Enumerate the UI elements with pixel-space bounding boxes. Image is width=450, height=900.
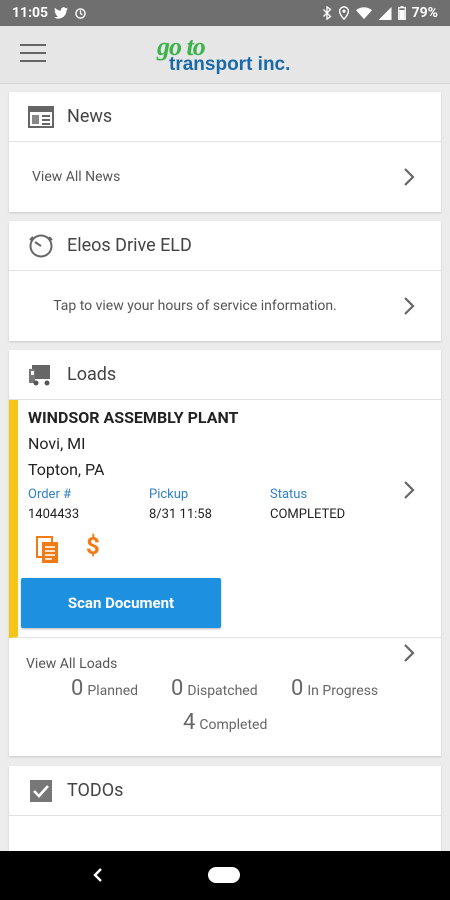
pickup-label: Pickup [149, 487, 189, 502]
dispatched-stat: 0 Dispatched [171, 676, 258, 701]
dispatched-count: 0 [171, 676, 184, 701]
order-value: 1404433 [28, 507, 80, 522]
in-progress-label: In Progress [307, 683, 379, 699]
wifi-icon [355, 6, 372, 19]
load-origin: Novi, MI [28, 434, 86, 453]
checkbox-icon [27, 777, 55, 805]
truck-icon [27, 361, 55, 389]
chevron-right-icon [404, 168, 415, 186]
in-progress-count: 0 [291, 676, 304, 701]
in-progress-stat: 0 In Progress [291, 676, 378, 701]
loads-footer: View All Loads 0 Planned 0 Dispatched 0 … [9, 638, 441, 756]
status-time: 11:05 [12, 5, 49, 21]
load-item[interactable]: WINDSOR ASSEMBLY PLANT Novi, MI Topton, … [9, 400, 441, 638]
hours-of-service-link[interactable]: Tap to view your hours of service inform… [9, 271, 441, 341]
order-label: Order # [28, 487, 72, 502]
bluetooth-icon [322, 6, 332, 20]
menu-icon[interactable] [20, 44, 46, 64]
dollar-icon[interactable]: $ [86, 532, 100, 560]
status-bar: 11:05 79% [0, 0, 450, 26]
chevron-right-icon[interactable] [403, 643, 415, 663]
app-header: go to transport inc. [0, 26, 450, 84]
news-header: News [9, 92, 441, 142]
completed-count: 4 [183, 710, 196, 735]
news-title: News [67, 106, 113, 127]
eld-header: Eleos Drive ELD [9, 221, 441, 271]
location-icon [338, 6, 349, 20]
chevron-right-icon [404, 297, 415, 315]
hours-of-service-label: Tap to view your hours of service inform… [53, 298, 337, 314]
view-all-news-link[interactable]: View All News [9, 142, 441, 212]
completed-label: Completed [199, 717, 268, 733]
sync-icon [75, 7, 86, 19]
load-name: WINDSOR ASSEMBLY PLANT [28, 408, 239, 427]
battery-percent: 79% [411, 5, 438, 21]
todos-card: TODOs [9, 766, 441, 851]
loads-header: Loads [9, 350, 441, 400]
logo-transport-text: transport inc. [169, 54, 291, 75]
view-all-loads-link[interactable]: View All Loads [26, 656, 117, 672]
home-pill-button[interactable] [208, 867, 240, 883]
battery-icon [397, 6, 406, 20]
signal-icon [378, 6, 392, 20]
eld-card: Eleos Drive ELD Tap to view your hours o… [9, 221, 441, 341]
clock-icon [27, 232, 55, 260]
back-arrow-icon[interactable] [88, 865, 108, 885]
loads-card: Loads WINDSOR ASSEMBLY PLANT Novi, MI To… [9, 350, 441, 756]
status-label: Status [270, 487, 308, 502]
completed-stat: 4 Completed [183, 710, 267, 735]
todos-header: TODOs [9, 766, 441, 816]
pickup-value: 8/31 11:58 [149, 507, 212, 522]
planned-label: Planned [87, 683, 139, 699]
loads-title: Loads [67, 364, 117, 385]
chevron-right-icon [404, 481, 415, 499]
status-value: COMPLETED [270, 507, 346, 522]
scan-document-button[interactable]: Scan Document [21, 578, 221, 628]
newspaper-icon [27, 103, 55, 131]
view-all-news-label: View All News [32, 169, 121, 185]
documents-icon[interactable] [36, 536, 60, 564]
planned-stat: 0 Planned [71, 676, 138, 701]
todos-title: TODOs [67, 780, 124, 801]
system-nav-bar [0, 851, 450, 900]
eld-title: Eleos Drive ELD [67, 235, 192, 256]
load-destination: Topton, PA [28, 460, 105, 479]
planned-count: 0 [71, 676, 84, 701]
news-card: News View All News [9, 92, 441, 212]
dispatched-label: Dispatched [187, 683, 258, 699]
twitter-icon [54, 7, 69, 19]
company-logo: go to transport inc. [153, 32, 313, 80]
